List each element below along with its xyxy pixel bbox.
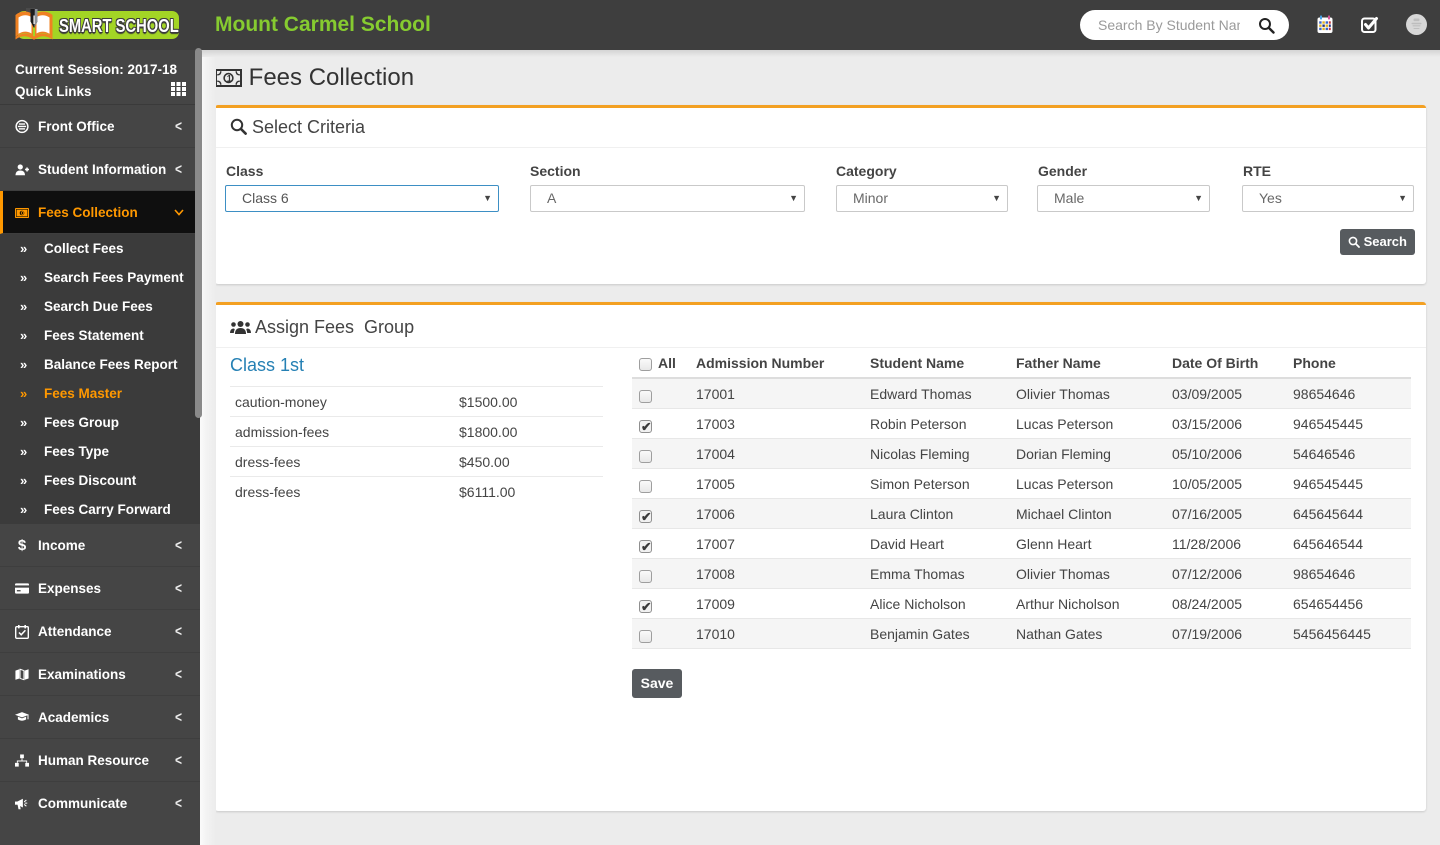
svg-text:0: 0 xyxy=(21,210,24,216)
svg-text:1: 1 xyxy=(227,74,232,84)
